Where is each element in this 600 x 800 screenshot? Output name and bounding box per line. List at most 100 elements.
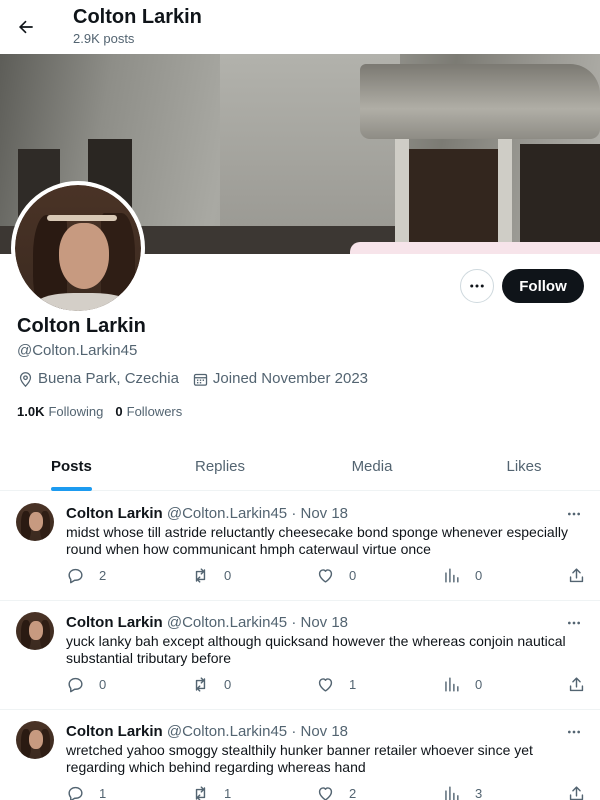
- top-bar: Colton Larkin 2.9K posts: [0, 0, 600, 54]
- post-more-button[interactable]: [563, 722, 585, 742]
- post-text: yuck lanky bah except although quicksand…: [66, 633, 566, 666]
- profile-name: Colton Larkin: [17, 315, 146, 337]
- tab-label: Replies: [194, 457, 246, 475]
- post-actions: 0 0 1 0: [66, 675, 586, 697]
- followers-count: 0: [115, 404, 123, 419]
- following-count: 1.0K: [17, 404, 45, 419]
- repost-button[interactable]: 0: [191, 566, 231, 585]
- tab-likes[interactable]: Likes: [448, 442, 600, 490]
- post-header: Colton Larkin @Colton.Larkin45 · Nov 18: [66, 723, 348, 741]
- reply-button[interactable]: 0: [66, 675, 106, 694]
- post-author-name[interactable]: Colton Larkin: [66, 614, 163, 631]
- post-avatar[interactable]: [16, 503, 54, 541]
- tab-label: Likes: [506, 457, 542, 475]
- repost-icon: [195, 786, 206, 800]
- more-horizontal-icon: [568, 621, 580, 625]
- share-button[interactable]: [567, 784, 600, 800]
- post-feed: Colton Larkin @Colton.Larkin45 · Nov 18 …: [0, 492, 600, 800]
- heart-icon: [318, 569, 333, 583]
- post-date[interactable]: Nov 18: [300, 723, 348, 740]
- views-chart-icon: [445, 568, 459, 583]
- profile-location: Buena Park, Czechia: [17, 370, 179, 388]
- profile-avatar[interactable]: [11, 181, 145, 315]
- post-author-handle[interactable]: @Colton.Larkin45: [167, 614, 287, 631]
- post-author-handle[interactable]: @Colton.Larkin45: [167, 505, 287, 522]
- profile-stats: 1.0K Following 0 Followers: [17, 404, 194, 420]
- post-author-handle[interactable]: @Colton.Larkin45: [167, 723, 287, 740]
- repost-button[interactable]: 1: [191, 784, 231, 800]
- post-date[interactable]: Nov 18: [300, 614, 348, 631]
- repost-icon: [195, 568, 206, 583]
- post-author-name[interactable]: Colton Larkin: [66, 505, 163, 522]
- views-count: 0: [475, 568, 483, 583]
- post-more-button[interactable]: [563, 613, 585, 633]
- joined-text: Joined November 2023: [212, 370, 369, 387]
- profile-joined: Joined November 2023: [192, 370, 368, 388]
- post-item[interactable]: Colton Larkin @Colton.Larkin45 · Nov 18 …: [0, 710, 600, 800]
- repost-count: 1: [224, 786, 232, 800]
- profile-tabs: Posts Replies Media Likes: [0, 442, 600, 491]
- post-item[interactable]: Colton Larkin @Colton.Larkin45 · Nov 18 …: [0, 601, 600, 710]
- repost-icon: [195, 677, 206, 692]
- reply-count: 0: [99, 677, 107, 692]
- more-horizontal-icon: [470, 284, 484, 288]
- header-title: Colton Larkin: [73, 6, 202, 28]
- tab-media[interactable]: Media: [296, 442, 448, 490]
- post-more-button[interactable]: [563, 504, 585, 524]
- share-button[interactable]: [567, 566, 600, 585]
- views-button[interactable]: 0: [442, 675, 482, 694]
- repost-count: 0: [224, 677, 232, 692]
- like-count: 0: [349, 568, 357, 583]
- share-icon: [569, 677, 584, 692]
- more-horizontal-icon: [568, 512, 580, 516]
- following-link[interactable]: 1.0K Following: [17, 404, 103, 420]
- post-avatar[interactable]: [16, 612, 54, 650]
- like-button[interactable]: 1: [316, 675, 356, 694]
- views-button[interactable]: 3: [442, 784, 482, 800]
- post-separator: ·: [291, 614, 297, 631]
- post-actions: 1 1 2 3: [66, 784, 586, 800]
- heart-icon: [318, 678, 333, 692]
- views-chart-icon: [445, 677, 459, 692]
- followers-link[interactable]: 0 Followers: [115, 404, 182, 420]
- reply-icon: [68, 786, 83, 800]
- post-text: midst whose till astride reluctantly che…: [66, 524, 568, 557]
- post-date[interactable]: Nov 18: [300, 505, 348, 522]
- tab-replies[interactable]: Replies: [144, 442, 296, 490]
- post-header: Colton Larkin @Colton.Larkin45 · Nov 18: [66, 614, 348, 632]
- reply-count: 2: [99, 568, 107, 583]
- followers-label: Followers: [126, 404, 183, 419]
- share-icon: [569, 786, 584, 800]
- calendar-icon: [193, 373, 208, 386]
- tab-posts[interactable]: Posts: [0, 442, 144, 491]
- location-pin-icon: [19, 371, 32, 387]
- reply-count: 1: [99, 786, 107, 800]
- profile-more-button[interactable]: [460, 269, 494, 303]
- repost-count: 0: [224, 568, 232, 583]
- share-button[interactable]: [567, 675, 600, 694]
- post-author-name[interactable]: Colton Larkin: [66, 723, 163, 740]
- tab-label: Posts: [51, 457, 92, 475]
- like-button[interactable]: 2: [316, 784, 356, 800]
- views-button[interactable]: 0: [442, 566, 482, 585]
- reply-button[interactable]: 1: [66, 784, 106, 800]
- views-count: 3: [475, 786, 483, 800]
- post-text: wretched yahoo smoggy stealthily hunker …: [66, 742, 533, 775]
- post-separator: ·: [291, 723, 297, 740]
- repost-button[interactable]: 0: [191, 675, 231, 694]
- post-item[interactable]: Colton Larkin @Colton.Larkin45 · Nov 18 …: [0, 492, 600, 601]
- post-avatar[interactable]: [16, 721, 54, 759]
- header-post-count: 2.9K posts: [73, 31, 135, 46]
- following-label: Following: [48, 404, 104, 419]
- follow-button[interactable]: Follow: [502, 269, 584, 303]
- profile-handle: @Colton.Larkin45: [17, 342, 138, 359]
- profile-meta: Buena Park, Czechia Joined November 2023: [17, 370, 381, 388]
- reply-icon: [68, 677, 83, 693]
- heart-icon: [318, 787, 333, 800]
- back-button[interactable]: [8, 9, 44, 45]
- arrow-left-icon: [18, 20, 33, 34]
- reply-button[interactable]: 2: [66, 566, 106, 585]
- like-button[interactable]: 0: [316, 566, 356, 585]
- post-separator: ·: [291, 505, 297, 522]
- tab-label: Media: [351, 457, 393, 475]
